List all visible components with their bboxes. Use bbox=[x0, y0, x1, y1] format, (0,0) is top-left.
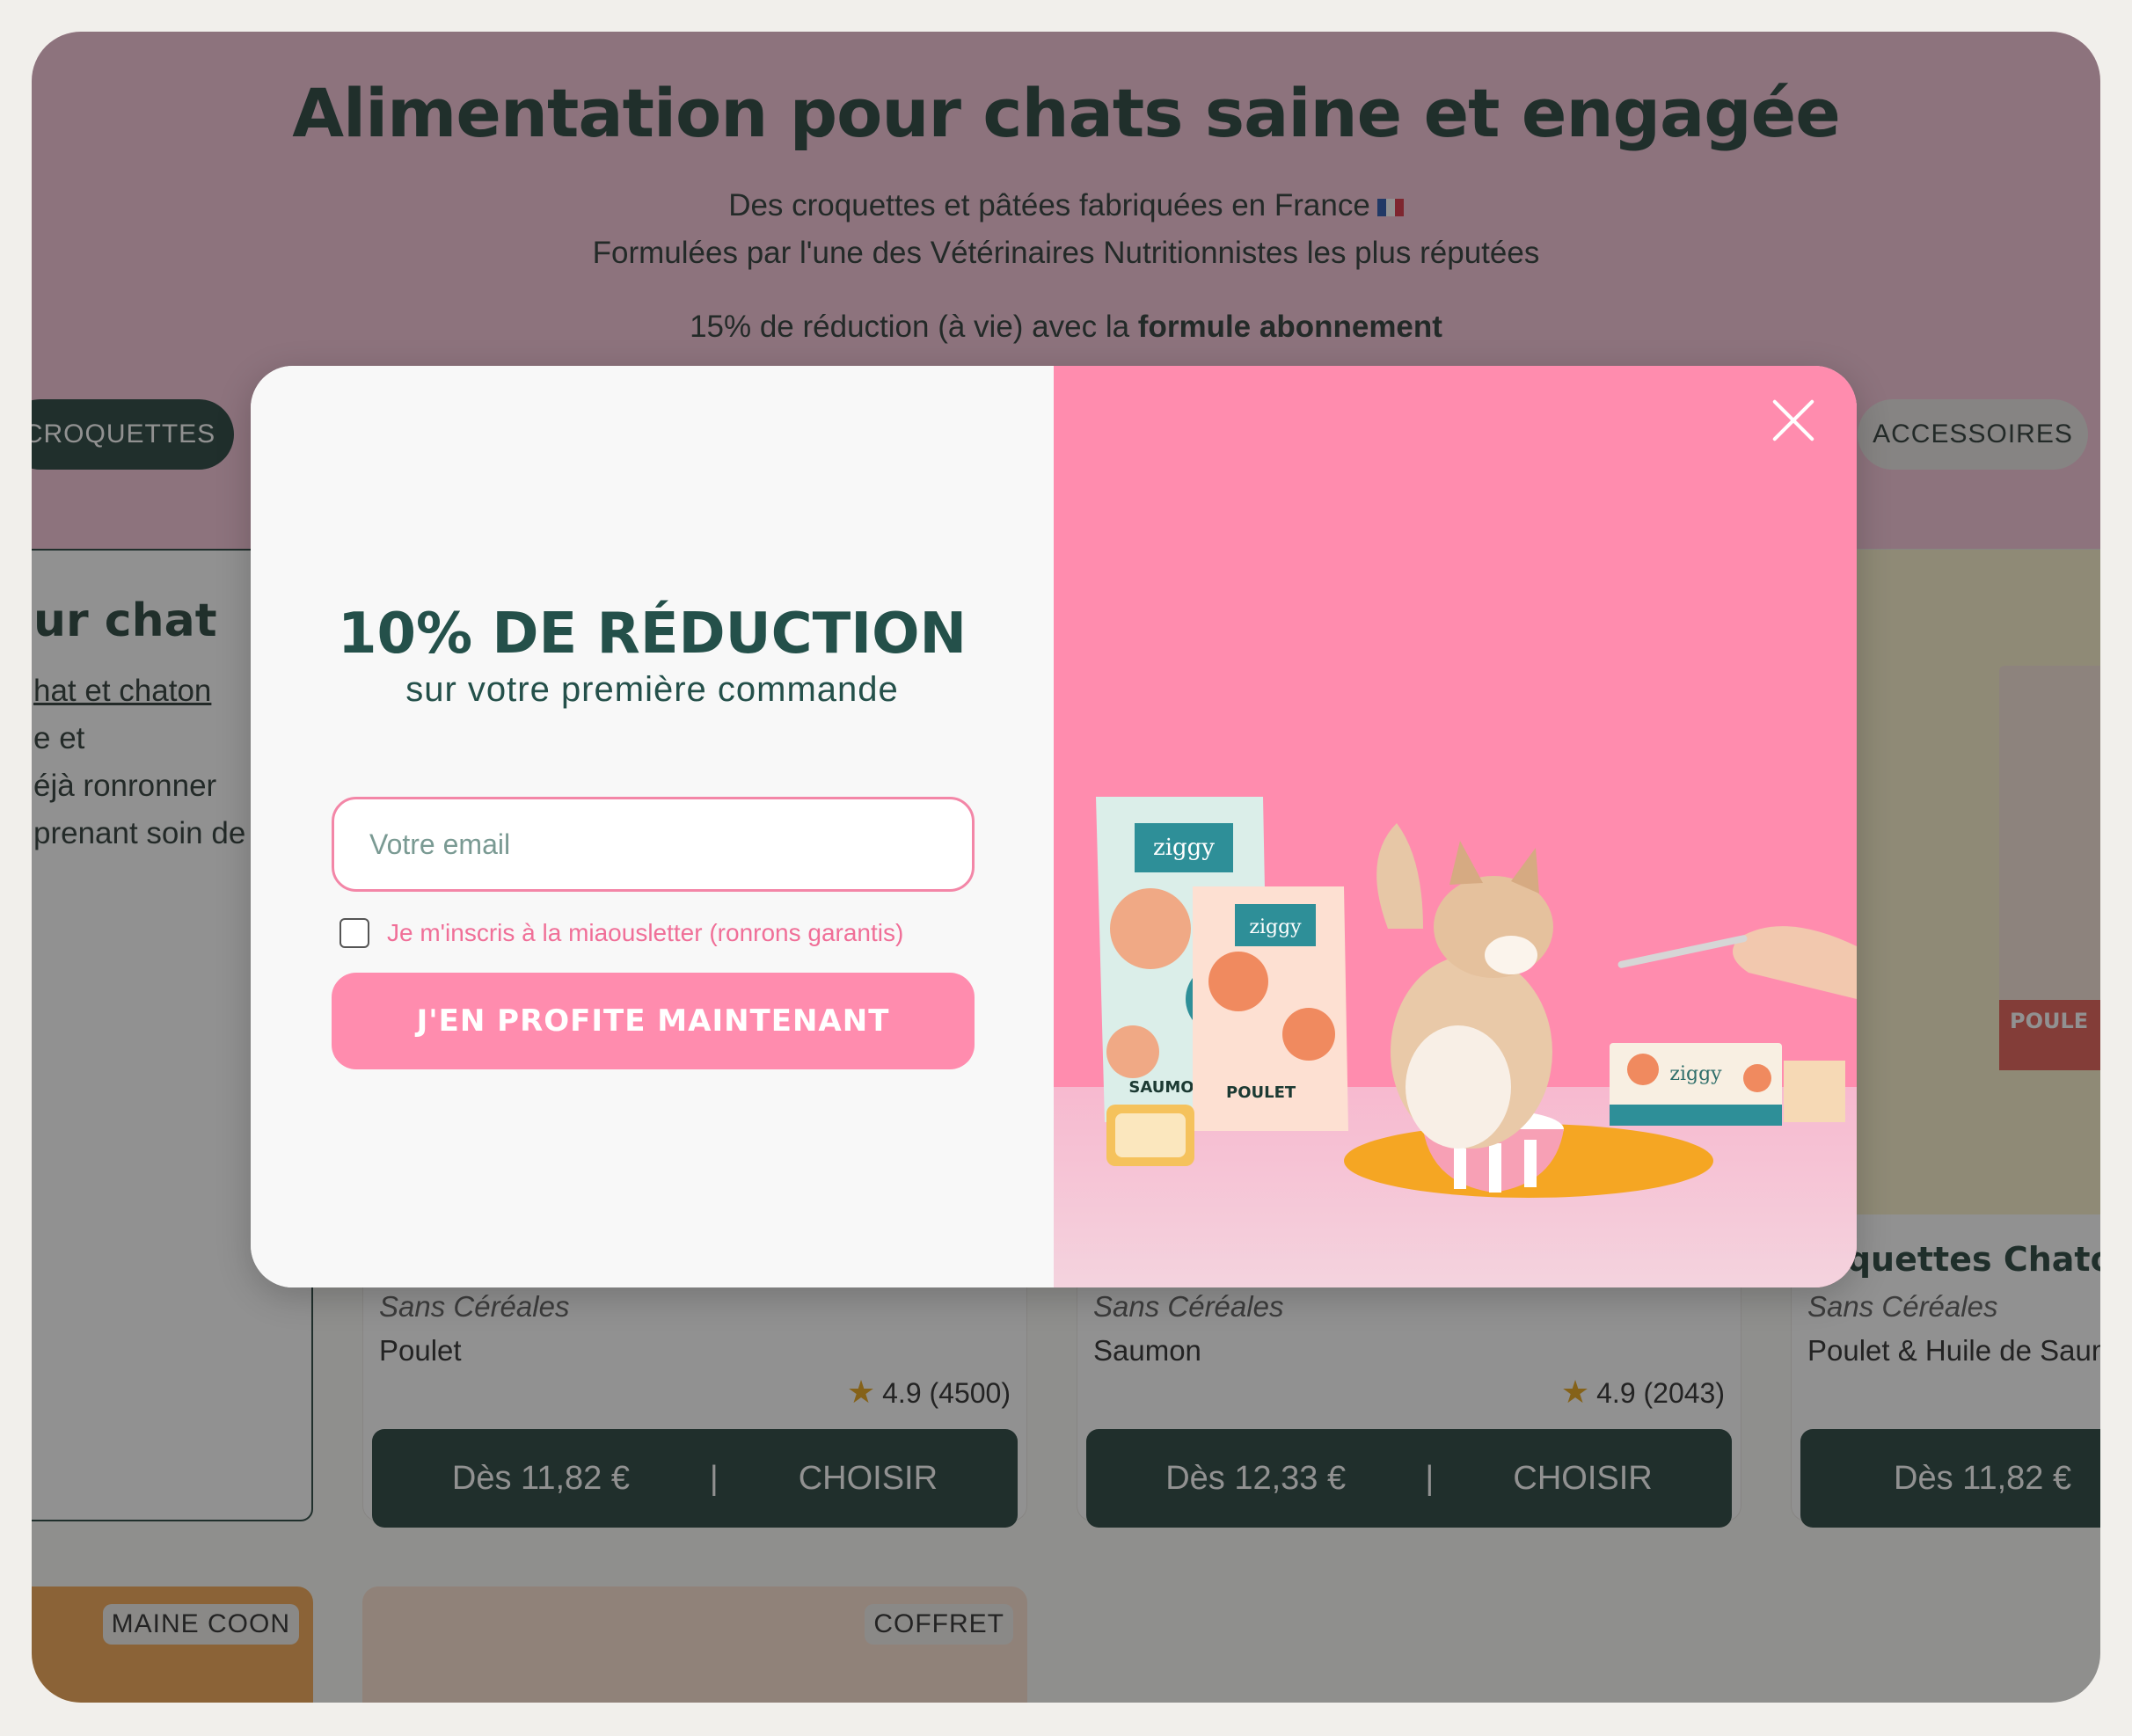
newsletter-checkbox[interactable] bbox=[340, 918, 369, 948]
svg-text:ziggy: ziggy bbox=[1153, 835, 1215, 861]
discount-modal: 10% DE RÉDUCTION sur votre première comm… bbox=[251, 366, 1857, 1287]
newsletter-checkbox-row[interactable]: Je m'inscris à la miaousletter (ronrons … bbox=[340, 918, 903, 948]
newsletter-checkbox-label[interactable]: Je m'inscris à la miaousletter (ronrons … bbox=[387, 919, 903, 947]
close-icon[interactable] bbox=[1771, 398, 1816, 443]
email-field[interactable] bbox=[332, 797, 975, 892]
svg-text:ziggy: ziggy bbox=[1249, 916, 1302, 938]
kibble-bag-poulet: ziggy POULET bbox=[1193, 886, 1348, 1131]
svg-text:POULET: POULET bbox=[1226, 1083, 1296, 1102]
browser-viewport: Alimentation pour chats saine et engagée… bbox=[32, 32, 2100, 1703]
cat-product-photo: ziggy SAUMON ziggy POULET ziggy bbox=[1054, 366, 1857, 1287]
modal-image-panel: ziggy SAUMON ziggy POULET ziggy bbox=[1054, 366, 1857, 1287]
modal-subtitle: sur votre première commande bbox=[405, 670, 899, 709]
svg-text:ziggy: ziggy bbox=[1669, 1063, 1722, 1085]
modal-title: 10% DE RÉDUCTION bbox=[337, 602, 967, 667]
page: Alimentation pour chats saine et engagée… bbox=[32, 32, 2100, 1703]
modal-form-panel: 10% DE RÉDUCTION sur votre première comm… bbox=[251, 366, 1054, 1287]
claim-discount-button[interactable]: J'EN PROFITE MAINTENANT bbox=[332, 973, 975, 1069]
